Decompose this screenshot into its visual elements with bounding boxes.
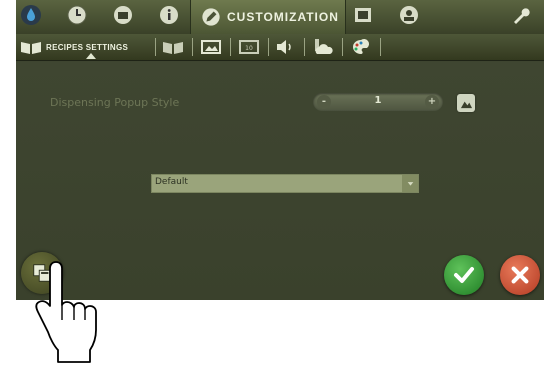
dispensing-popup-style-label: Dispensing Popup Style <box>50 96 180 109</box>
checkmark-icon <box>452 263 476 287</box>
info-icon <box>158 4 180 30</box>
user-profile-icon <box>398 4 420 30</box>
speaker-icon <box>274 39 296 55</box>
screen-icon: 10 <box>238 39 260 55</box>
sub-tab-bar: RECIPES SETTINGS 10 <box>16 34 544 61</box>
separator <box>380 38 381 56</box>
tab-clock[interactable] <box>64 4 90 30</box>
active-tab-caret <box>86 53 96 59</box>
cleaning-icon <box>112 4 134 30</box>
book-icon <box>20 39 42 55</box>
separator <box>192 38 193 56</box>
dispensing-popup-style-stepper: - 1 + <box>313 93 443 111</box>
cloud-icon <box>312 38 334 56</box>
popup-style-select-value: Default <box>155 177 188 187</box>
tab-user-profile[interactable] <box>396 4 422 30</box>
subtab-cloud[interactable] <box>312 37 334 57</box>
cancel-button[interactable] <box>500 255 540 295</box>
subtab-images[interactable] <box>200 37 222 57</box>
mountain-image-icon <box>460 97 473 110</box>
subtab-recipes-settings[interactable]: RECIPES SETTINGS <box>20 37 128 57</box>
subtab-sound[interactable] <box>274 37 296 57</box>
separator <box>268 38 269 56</box>
increment-button[interactable]: + <box>425 95 439 109</box>
pencil-icon <box>201 7 221 27</box>
subtab-recipes-settings-label: RECIPES SETTINGS <box>46 42 129 52</box>
tab-customization-label: CUSTOMIZATION <box>227 10 339 24</box>
tab-beverages[interactable] <box>18 4 44 30</box>
tab-customization[interactable]: CUSTOMIZATION <box>190 0 346 34</box>
close-icon <box>509 264 531 286</box>
subtab-recipes-book[interactable] <box>162 37 184 57</box>
decrement-button[interactable]: - <box>317 95 331 109</box>
separator <box>342 38 343 56</box>
stepper-value: 1 <box>374 95 382 106</box>
popup-style-select[interactable]: Default <box>151 174 419 193</box>
subtab-theme[interactable] <box>350 37 372 57</box>
confirm-button[interactable] <box>444 255 484 295</box>
preview-button[interactable] <box>457 94 475 112</box>
pointing-hand-icon <box>28 258 100 364</box>
tab-cleaning[interactable] <box>110 4 136 30</box>
tab-settings[interactable] <box>508 4 534 30</box>
wrench-icon <box>510 4 532 30</box>
svg-text:10: 10 <box>245 45 253 52</box>
separator <box>304 38 305 56</box>
tab-server[interactable] <box>350 4 376 30</box>
screen: CUSTOMIZATION RECIPES SETTINGS 10 Dispen… <box>16 0 544 300</box>
top-tab-bar: CUSTOMIZATION <box>16 0 544 35</box>
water-drop-icon <box>20 4 42 30</box>
separator <box>155 38 156 56</box>
palette-icon <box>350 38 372 56</box>
subtab-screen[interactable]: 10 <box>238 37 260 57</box>
picture-icon <box>200 39 222 55</box>
clock-icon <box>66 4 88 30</box>
separator <box>230 38 231 56</box>
server-icon <box>352 4 374 30</box>
open-book-icon <box>162 39 184 55</box>
tab-info[interactable] <box>156 4 182 30</box>
chevron-down-icon <box>402 175 418 192</box>
